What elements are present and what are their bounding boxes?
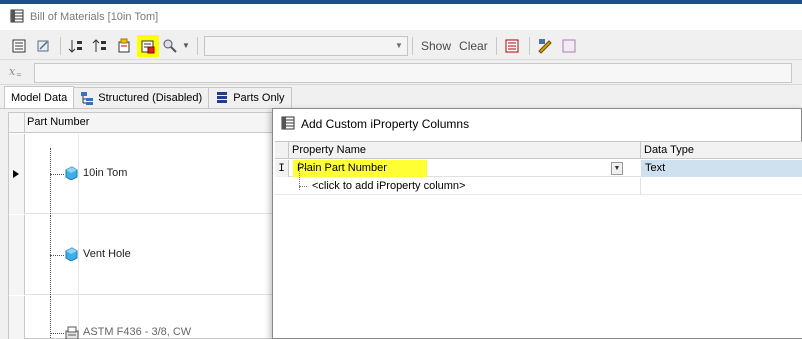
- column-header-property-name[interactable]: Property Name: [292, 144, 366, 156]
- column-chooser-icon[interactable]: [501, 35, 523, 57]
- iproperty-grid-header: Property Name Data Type: [275, 142, 802, 159]
- parts-only-icon: [215, 91, 229, 105]
- export-icon[interactable]: [113, 35, 135, 57]
- window-titlebar: Bill of Materials [10in Tom]: [0, 4, 802, 30]
- toolbar: ▼ ▼ Show Clear: [0, 32, 802, 60]
- part-cube-icon: [64, 166, 78, 183]
- formula-input[interactable]: [34, 62, 792, 83]
- row-selector[interactable]: I: [275, 160, 289, 177]
- toolbar-separator: [528, 36, 530, 55]
- add-row[interactable]: <click to add iProperty column>: [275, 178, 802, 195]
- toolbar-separator: [495, 36, 497, 55]
- property-name-dropdown-icon[interactable]: ▼: [611, 162, 623, 175]
- edit-icon[interactable]: [32, 35, 54, 57]
- tab-structured-label: Structured (Disabled): [98, 92, 203, 104]
- tab-structured[interactable]: Structured (Disabled): [73, 87, 210, 108]
- tree-line: [50, 255, 64, 256]
- dialog-title: Add Custom iProperty Columns: [301, 117, 470, 131]
- data-type-value: Text: [645, 162, 666, 174]
- property-name-value: Plain Part Number: [297, 162, 387, 174]
- edit-row-marker: I: [278, 162, 285, 175]
- find-icon[interactable]: [161, 35, 179, 57]
- column-divider: [640, 142, 641, 159]
- tree-line: [50, 174, 64, 175]
- dialog-icon: [281, 116, 295, 133]
- tab-strip: Model Data Structured (Disabled) Parts O…: [0, 86, 802, 109]
- part-number-cell: Vent Hole: [83, 248, 131, 260]
- filter-combo[interactable]: ▼: [204, 35, 408, 56]
- structured-icon: [80, 91, 94, 105]
- column-header-part-number[interactable]: Part Number: [27, 116, 89, 128]
- svg-text:=: =: [16, 71, 22, 78]
- bom-settings-icon[interactable]: [8, 35, 30, 57]
- tree-column: [26, 215, 79, 295]
- show-button[interactable]: Show: [417, 39, 455, 53]
- row-selector[interactable]: [9, 134, 25, 214]
- tree-line: [299, 168, 307, 169]
- part-number-cell: 10in Tom: [83, 167, 128, 179]
- column-divider: [640, 178, 641, 195]
- tree-line: [299, 186, 307, 187]
- grid-corner[interactable]: [275, 142, 289, 159]
- add-custom-iproperty-columns-icon[interactable]: [137, 34, 159, 57]
- current-row-pointer-icon: [13, 170, 19, 178]
- part-cube-icon: [64, 247, 78, 264]
- add-iproperty-column-placeholder[interactable]: <click to add iProperty column>: [312, 180, 465, 192]
- chevron-down-icon[interactable]: ▼: [391, 37, 407, 55]
- row-selector[interactable]: [9, 296, 25, 339]
- tree-column: [26, 134, 79, 214]
- bom-app-icon: [10, 9, 24, 26]
- add-custom-iproperty-columns-dialog: Add Custom iProperty Columns Property Na…: [272, 108, 802, 339]
- tab-parts-only[interactable]: Parts Only: [208, 87, 292, 108]
- tab-model-data-label: Model Data: [11, 91, 68, 104]
- window-title: Bill of Materials [10in Tom]: [30, 11, 159, 23]
- find-dropdown-icon[interactable]: ▼: [181, 35, 191, 57]
- table-row[interactable]: ASTM F436 - 3/8, CW: [26, 296, 276, 339]
- tab-model-data[interactable]: Model Data: [4, 86, 75, 108]
- formula-bar: x =: [0, 61, 802, 85]
- table-row[interactable]: I Plain Part Number ▼ Text: [275, 160, 802, 177]
- toolbar-separator: [412, 36, 413, 55]
- row-selector[interactable]: [9, 215, 25, 295]
- part-number-cell: ASTM F436 - 3/8, CW: [83, 326, 192, 338]
- toolbar-separator: [60, 36, 61, 55]
- toolbar-separator: [197, 36, 198, 55]
- view-icon[interactable]: [558, 35, 580, 57]
- table-row[interactable]: Vent Hole: [26, 215, 276, 295]
- tree-column: [26, 296, 79, 339]
- dialog-titlebar[interactable]: Add Custom iProperty Columns: [273, 109, 801, 139]
- table-row[interactable]: 10in Tom: [26, 134, 276, 214]
- sort-descending-icon[interactable]: [89, 35, 111, 57]
- svg-text:x: x: [9, 65, 16, 78]
- fx-icon[interactable]: x =: [8, 64, 26, 81]
- column-header-data-type[interactable]: Data Type: [644, 144, 694, 156]
- iproperty-grid: Property Name Data Type I Plain Part Num…: [275, 141, 802, 338]
- tab-parts-only-label: Parts Only: [233, 92, 285, 104]
- clear-button[interactable]: Clear: [455, 39, 492, 53]
- edit-properties-icon[interactable]: [534, 35, 556, 57]
- library-part-icon: [64, 326, 80, 339]
- tree-line: [50, 333, 64, 334]
- grid-corner[interactable]: [9, 113, 25, 133]
- sort-ascending-icon[interactable]: [65, 35, 87, 57]
- tree-line: [50, 148, 51, 214]
